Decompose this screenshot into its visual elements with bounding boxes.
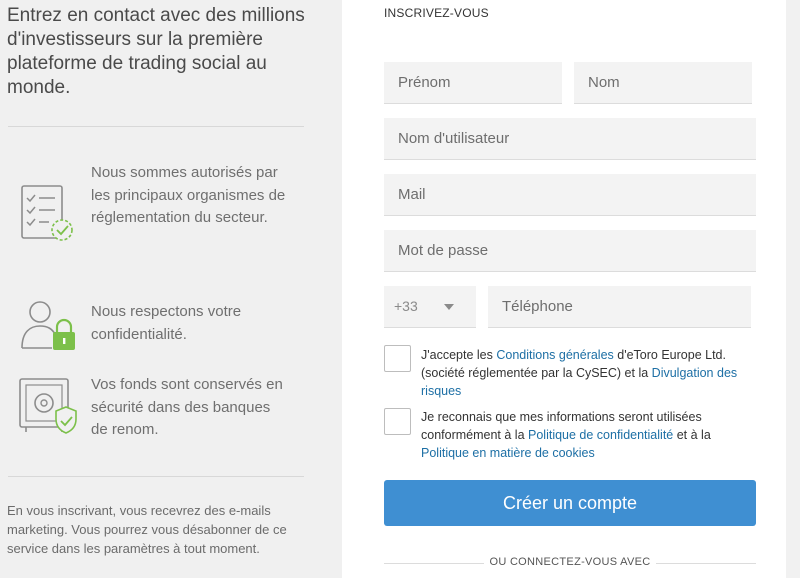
lastname-input[interactable] [574, 62, 752, 103]
info-panel: Entrez en contact avec des millions d'in… [0, 0, 342, 578]
phone-prefix-select[interactable]: +33 [384, 286, 476, 328]
safe-check-icon [18, 377, 78, 437]
privacy-policy-link[interactable]: Politique de confidentialité [528, 428, 673, 442]
firstname-field[interactable] [384, 62, 562, 104]
marketing-notice: En vous inscrivant, vous recevrez des e-… [7, 503, 287, 556]
username-input[interactable] [384, 118, 756, 159]
divider [8, 476, 304, 477]
chevron-down-icon [444, 304, 454, 310]
cookie-policy-link[interactable]: Politique en matière de cookies [421, 446, 595, 460]
feature-text: Nous respectons votre confidentialité. [91, 303, 242, 343]
feature-text: Nous sommes autorisés par les principaux… [91, 164, 286, 226]
terms-link[interactable]: Conditions générales [496, 348, 613, 362]
privacy-text-part: et à la [673, 428, 711, 442]
checklist-icon [18, 184, 78, 244]
phone-input[interactable] [488, 286, 751, 327]
form-title: INSCRIVEZ-VOUS [384, 6, 489, 20]
page-edge [786, 0, 800, 578]
phone-field[interactable] [488, 286, 751, 328]
lastname-field[interactable] [574, 62, 752, 104]
feature-text: Vos fonds sont conservés en sécurité dan… [91, 376, 283, 438]
terms-text: J'accepte les Conditions générales d'eTo… [421, 346, 761, 400]
hero-text: Entrez en contact avec des millions d'in… [7, 5, 305, 98]
privacy-text: Je reconnais que mes informations seront… [421, 408, 761, 462]
email-field[interactable] [384, 174, 756, 216]
divider [8, 126, 304, 127]
password-input[interactable] [384, 230, 756, 271]
user-lock-icon [18, 296, 78, 356]
terms-text-part: J'accepte les [421, 348, 497, 362]
password-field[interactable] [384, 230, 756, 272]
privacy-checkbox[interactable] [384, 408, 411, 435]
firstname-input[interactable] [384, 62, 562, 103]
create-account-button[interactable]: Créer un compte [384, 480, 756, 526]
phone-prefix-value: +33 [394, 298, 418, 314]
username-field[interactable] [384, 118, 756, 160]
email-input[interactable] [384, 174, 756, 215]
terms-checkbox[interactable] [384, 345, 411, 372]
social-login-heading: OU CONNECTEZ-VOUS AVEC [489, 556, 651, 568]
